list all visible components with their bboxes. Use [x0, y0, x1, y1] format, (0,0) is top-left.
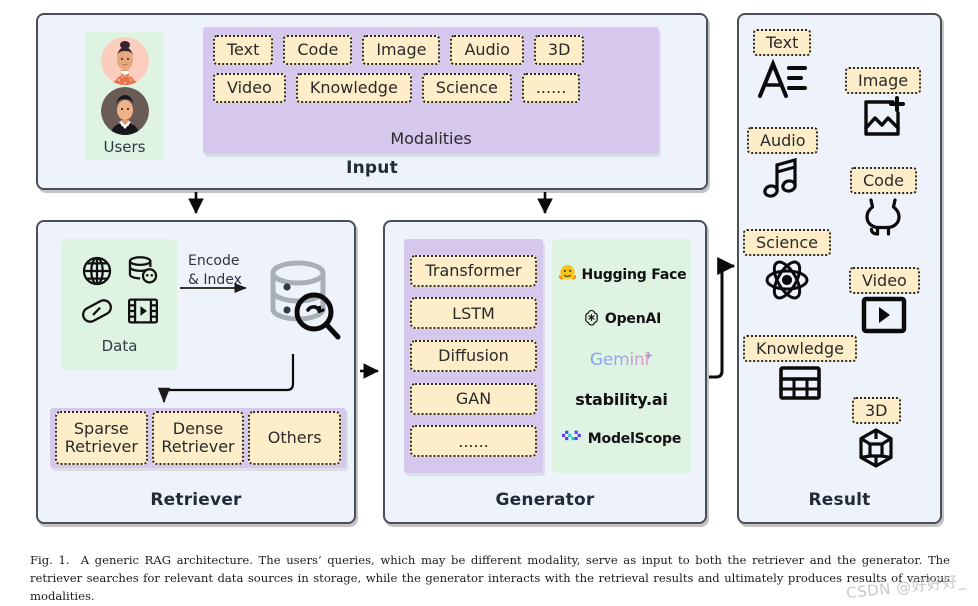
modality-tag[interactable]: Image: [362, 35, 441, 65]
modality-tag[interactable]: Science: [421, 73, 512, 103]
generator-providers-group: Hugging Face OpenAI Gemini stability.ai: [552, 239, 691, 473]
data-icon-row-2: [80, 294, 160, 332]
users-group: Users: [85, 32, 164, 160]
github-icon: [862, 196, 904, 242]
music-note-icon: [761, 156, 805, 204]
film-icon: [126, 294, 160, 332]
retriever-type[interactable]: Sparse Retriever: [55, 411, 148, 465]
generator-model[interactable]: Transformer: [410, 254, 537, 287]
provider-openai[interactable]: OpenAI: [554, 308, 689, 331]
provider-hugging-face[interactable]: Hugging Face: [554, 263, 689, 288]
gemini-icon: [644, 345, 654, 364]
image-add-icon: [860, 96, 906, 142]
modalities-group: Text Code Image Audio 3D Video Knowledge…: [203, 27, 659, 154]
generator-model[interactable]: Diffusion: [410, 339, 537, 372]
database-icon: [126, 254, 160, 292]
result-item-video: Video: [849, 267, 920, 338]
encode-line-1: Encode: [188, 253, 240, 269]
result-label[interactable]: Code: [850, 167, 917, 194]
retriever-panel: Data Encode & Index Sparse Retriever Den…: [36, 220, 356, 524]
retriever-panel-title: Retriever: [150, 490, 242, 510]
input-panel-title: Input: [346, 158, 398, 178]
data-label: Data: [101, 337, 138, 355]
user-avatar-male: [100, 87, 149, 135]
provider-label: ModelScope: [587, 431, 682, 448]
result-label[interactable]: 3D: [852, 397, 901, 424]
modalities-row-1: Text Code Image Audio 3D: [213, 35, 649, 65]
result-label[interactable]: Text: [753, 29, 812, 56]
result-item-image: Image: [845, 67, 922, 142]
atom-icon: [763, 258, 811, 306]
modality-tag[interactable]: Video: [213, 73, 286, 103]
provider-label: Hugging Face: [581, 267, 687, 284]
provider-modelscope[interactable]: ModelScope: [554, 429, 689, 449]
retriever-type[interactable]: Others: [248, 411, 342, 465]
result-item-science: Science: [743, 229, 832, 306]
retriever-type[interactable]: Dense Retriever: [151, 411, 245, 465]
result-item-audio: Audio: [747, 127, 819, 204]
result-panel-title: Result: [808, 490, 871, 510]
openai-icon: [582, 308, 601, 331]
user-avatar-female: [100, 37, 149, 85]
encode-index-label: Encode & Index: [188, 252, 264, 290]
database-search-icon: [260, 257, 342, 347]
provider-stability-ai[interactable]: stability.ai: [554, 390, 689, 409]
generator-models-group: Transformer LSTM Diffusion GAN ......: [404, 239, 543, 473]
result-label[interactable]: Knowledge: [743, 335, 857, 362]
modality-tag[interactable]: Text: [213, 35, 274, 65]
modality-tag[interactable]: Audio: [450, 35, 524, 65]
encode-line-2: & Index: [188, 271, 242, 288]
modality-tag[interactable]: Code: [283, 35, 353, 65]
modality-tag[interactable]: ......: [521, 73, 581, 103]
caption-number: Fig. 1.: [30, 553, 70, 567]
data-group: Data: [62, 239, 177, 370]
modality-tag[interactable]: 3D: [533, 35, 585, 65]
modalities-row-2: Video Knowledge Science ......: [213, 73, 649, 103]
globe-icon: [80, 254, 114, 292]
generator-model[interactable]: ......: [410, 425, 537, 458]
retriever-types-group: Sparse Retriever Dense Retriever Others: [50, 408, 346, 468]
result-item-knowledge: Knowledge: [743, 335, 857, 405]
provider-label: OpenAI: [604, 311, 662, 328]
capsule-icon: [80, 294, 114, 332]
video-play-icon: [861, 296, 907, 338]
modality-tag[interactable]: Knowledge: [295, 73, 412, 103]
provider-gemini[interactable]: Gemini: [554, 350, 689, 370]
text-format-icon: [756, 58, 808, 104]
result-label[interactable]: Science: [743, 229, 832, 256]
provider-label: stability.ai: [575, 390, 668, 410]
result-label[interactable]: Audio: [747, 127, 819, 154]
result-item-3d: 3D: [852, 397, 901, 473]
result-label[interactable]: Image: [845, 67, 922, 94]
input-panel: Users Text Code Image Audio 3D Video Kno…: [36, 13, 708, 190]
result-panel: Text Image Audio Code Science Video Know…: [737, 13, 942, 524]
cube-3d-icon: [855, 427, 897, 473]
modalities-label: Modalities: [390, 129, 472, 148]
generator-model[interactable]: GAN: [410, 382, 537, 415]
hugging-face-icon: [557, 263, 578, 288]
caption-text: A generic RAG architecture. The users’ q…: [30, 553, 951, 603]
arrow-generator-to-result: [709, 257, 736, 379]
figure-caption: Fig. 1. A generic RAG architecture. The …: [30, 552, 950, 606]
table-grid-icon: [778, 365, 822, 405]
rag-architecture-figure: Users Text Code Image Audio 3D Video Kno…: [0, 0, 978, 545]
data-icon-row-1: [80, 254, 160, 292]
generator-panel: Transformer LSTM Diffusion GAN ...... Hu…: [383, 220, 707, 524]
result-item-code: Code: [850, 167, 917, 242]
provider-label: Gemini: [589, 350, 650, 371]
generator-panel-title: Generator: [495, 490, 595, 510]
result-label[interactable]: Video: [849, 267, 920, 294]
modelscope-icon: [561, 429, 584, 449]
users-label: Users: [103, 138, 146, 156]
result-item-text: Text: [753, 29, 812, 104]
generator-model[interactable]: LSTM: [410, 297, 537, 330]
